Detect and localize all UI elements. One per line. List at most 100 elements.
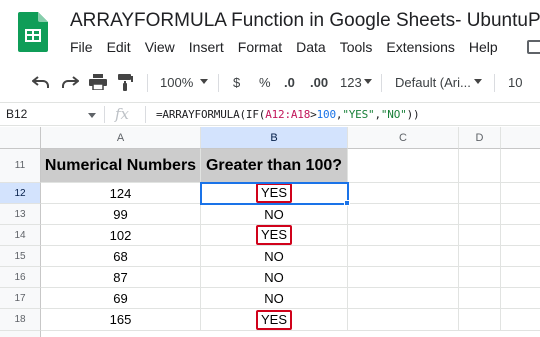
cell-c15[interactable]	[348, 246, 459, 267]
cell-b18[interactable]: YES	[201, 309, 348, 331]
column-header-e[interactable]	[501, 127, 540, 149]
cell-d13[interactable]	[459, 204, 501, 225]
zoom-select[interactable]: 100%	[160, 75, 193, 90]
cell-b12[interactable]: YES	[201, 183, 348, 204]
cell-c11[interactable]	[348, 149, 459, 183]
row-header-18[interactable]: 18	[0, 309, 41, 331]
menu-view[interactable]: View	[145, 39, 175, 57]
header-cell-b[interactable]: Greater than 100?	[201, 149, 348, 183]
menu-help[interactable]: Help	[469, 39, 498, 57]
cell-a15[interactable]: 68	[41, 246, 201, 267]
font-dropdown-icon[interactable]	[474, 79, 482, 84]
cell-a17[interactable]: 69	[41, 288, 201, 309]
formula-string-yes: "YES"	[342, 108, 375, 121]
column-header-c[interactable]: C	[348, 127, 459, 149]
cell-a13[interactable]: 99	[41, 204, 201, 225]
highlight-box: YES	[255, 225, 292, 245]
formula-range: A12:A18	[265, 108, 311, 121]
cell-b16[interactable]: NO	[201, 267, 348, 288]
cell-b15[interactable]: NO	[201, 246, 348, 267]
print-icon[interactable]	[89, 74, 107, 90]
font-size-select[interactable]: 10	[508, 75, 522, 90]
cell-c14[interactable]	[348, 225, 459, 246]
cell-e16[interactable]	[501, 267, 540, 288]
row-header-12[interactable]: 12	[0, 183, 41, 204]
paint-format-icon[interactable]	[117, 74, 133, 91]
undo-icon[interactable]	[32, 75, 50, 89]
column-header-a[interactable]: A	[41, 127, 201, 149]
row-header-19[interactable]	[0, 331, 41, 337]
percent-format-button[interactable]: %	[259, 75, 271, 90]
row-header-11[interactable]: 11	[0, 149, 41, 183]
select-all-corner[interactable]	[0, 127, 41, 149]
cell-e12[interactable]	[501, 183, 540, 204]
more-formats-dropdown-icon[interactable]	[364, 79, 372, 84]
cell-d16[interactable]	[459, 267, 501, 288]
cell-b13[interactable]: NO	[201, 204, 348, 225]
cell-d14[interactable]	[459, 225, 501, 246]
cell-d12[interactable]	[459, 183, 501, 204]
cell-a18[interactable]: 165	[41, 309, 201, 331]
highlight-box: YES	[255, 183, 292, 203]
formula-text: =ARRAYFORMULA(IF(	[156, 108, 266, 121]
cell-b14[interactable]: YES	[201, 225, 348, 246]
increase-decimal-button[interactable]: .00	[310, 75, 328, 90]
formula-number: 100	[316, 108, 336, 121]
cell-e18[interactable]	[501, 309, 540, 331]
cell-e11[interactable]	[501, 149, 540, 183]
cell-d11[interactable]	[459, 149, 501, 183]
cell-c17[interactable]	[348, 288, 459, 309]
toolbar: 100% $ % .0 .00 123 Default (Ari... 10	[0, 66, 540, 100]
zoom-dropdown-icon[interactable]	[200, 79, 208, 84]
menu-tools[interactable]: Tools	[340, 39, 373, 57]
formula-close: ))	[406, 108, 420, 121]
redo-icon[interactable]	[61, 75, 79, 89]
document-title[interactable]: ARRAYFORMULA Function in Google Sheets- …	[70, 10, 540, 32]
fill-handle[interactable]	[344, 200, 350, 206]
decrease-decimal-button[interactable]: .0	[284, 75, 295, 90]
function-icon: fx	[115, 105, 130, 123]
comment-history-icon[interactable]	[527, 40, 540, 54]
font-select[interactable]: Default (Ari...	[395, 75, 471, 90]
sheets-logo-icon[interactable]	[18, 12, 48, 52]
column-header-b[interactable]: B	[201, 127, 348, 149]
column-header-d[interactable]: D	[459, 127, 501, 149]
cell-b17[interactable]: NO	[201, 288, 348, 309]
cell-a12[interactable]: 124	[41, 183, 201, 204]
cell-a14[interactable]: 102	[41, 225, 201, 246]
cell-d15[interactable]	[459, 246, 501, 267]
more-formats-button[interactable]: 123	[340, 75, 362, 90]
cell-e14[interactable]	[501, 225, 540, 246]
row-header-15[interactable]: 15	[0, 246, 41, 267]
name-box[interactable]: B12	[6, 107, 27, 121]
menu-insert[interactable]: Insert	[189, 39, 224, 57]
formula-bar: B12 fx =ARRAYFORMULA(IF(A12:A18>100,"YES…	[0, 102, 540, 126]
highlight-box: YES	[255, 309, 292, 330]
cell-e13[interactable]	[501, 204, 540, 225]
formula-string-no: "NO"	[380, 108, 407, 121]
cell-a16[interactable]: 87	[41, 267, 201, 288]
menu-edit[interactable]: Edit	[107, 39, 131, 57]
menu-data[interactable]: Data	[296, 39, 326, 57]
spreadsheet-grid: A B C D 11 Numerical Numbers Greater tha…	[0, 127, 540, 337]
cell-c13[interactable]	[348, 204, 459, 225]
row-header-14[interactable]: 14	[0, 225, 41, 246]
menu-bar: File Edit View Insert Format Data Tools …	[70, 39, 512, 57]
menu-extensions[interactable]: Extensions	[386, 39, 454, 57]
cell-d17[interactable]	[459, 288, 501, 309]
cell-d18[interactable]	[459, 309, 501, 331]
row-header-17[interactable]: 17	[0, 288, 41, 309]
cell-e15[interactable]	[501, 246, 540, 267]
row-header-16[interactable]: 16	[0, 267, 41, 288]
menu-format[interactable]: Format	[238, 39, 282, 57]
formula-input[interactable]: =ARRAYFORMULA(IF(A12:A18>100,"YES","NO")…	[156, 108, 420, 121]
cell-c18[interactable]	[348, 309, 459, 331]
cell-c12[interactable]	[348, 183, 459, 204]
row-header-13[interactable]: 13	[0, 204, 41, 225]
header-cell-a[interactable]: Numerical Numbers	[41, 149, 201, 183]
currency-format-button[interactable]: $	[233, 75, 240, 90]
cell-e17[interactable]	[501, 288, 540, 309]
cell-c16[interactable]	[348, 267, 459, 288]
name-box-dropdown-icon[interactable]	[88, 113, 96, 118]
menu-file[interactable]: File	[70, 39, 93, 57]
